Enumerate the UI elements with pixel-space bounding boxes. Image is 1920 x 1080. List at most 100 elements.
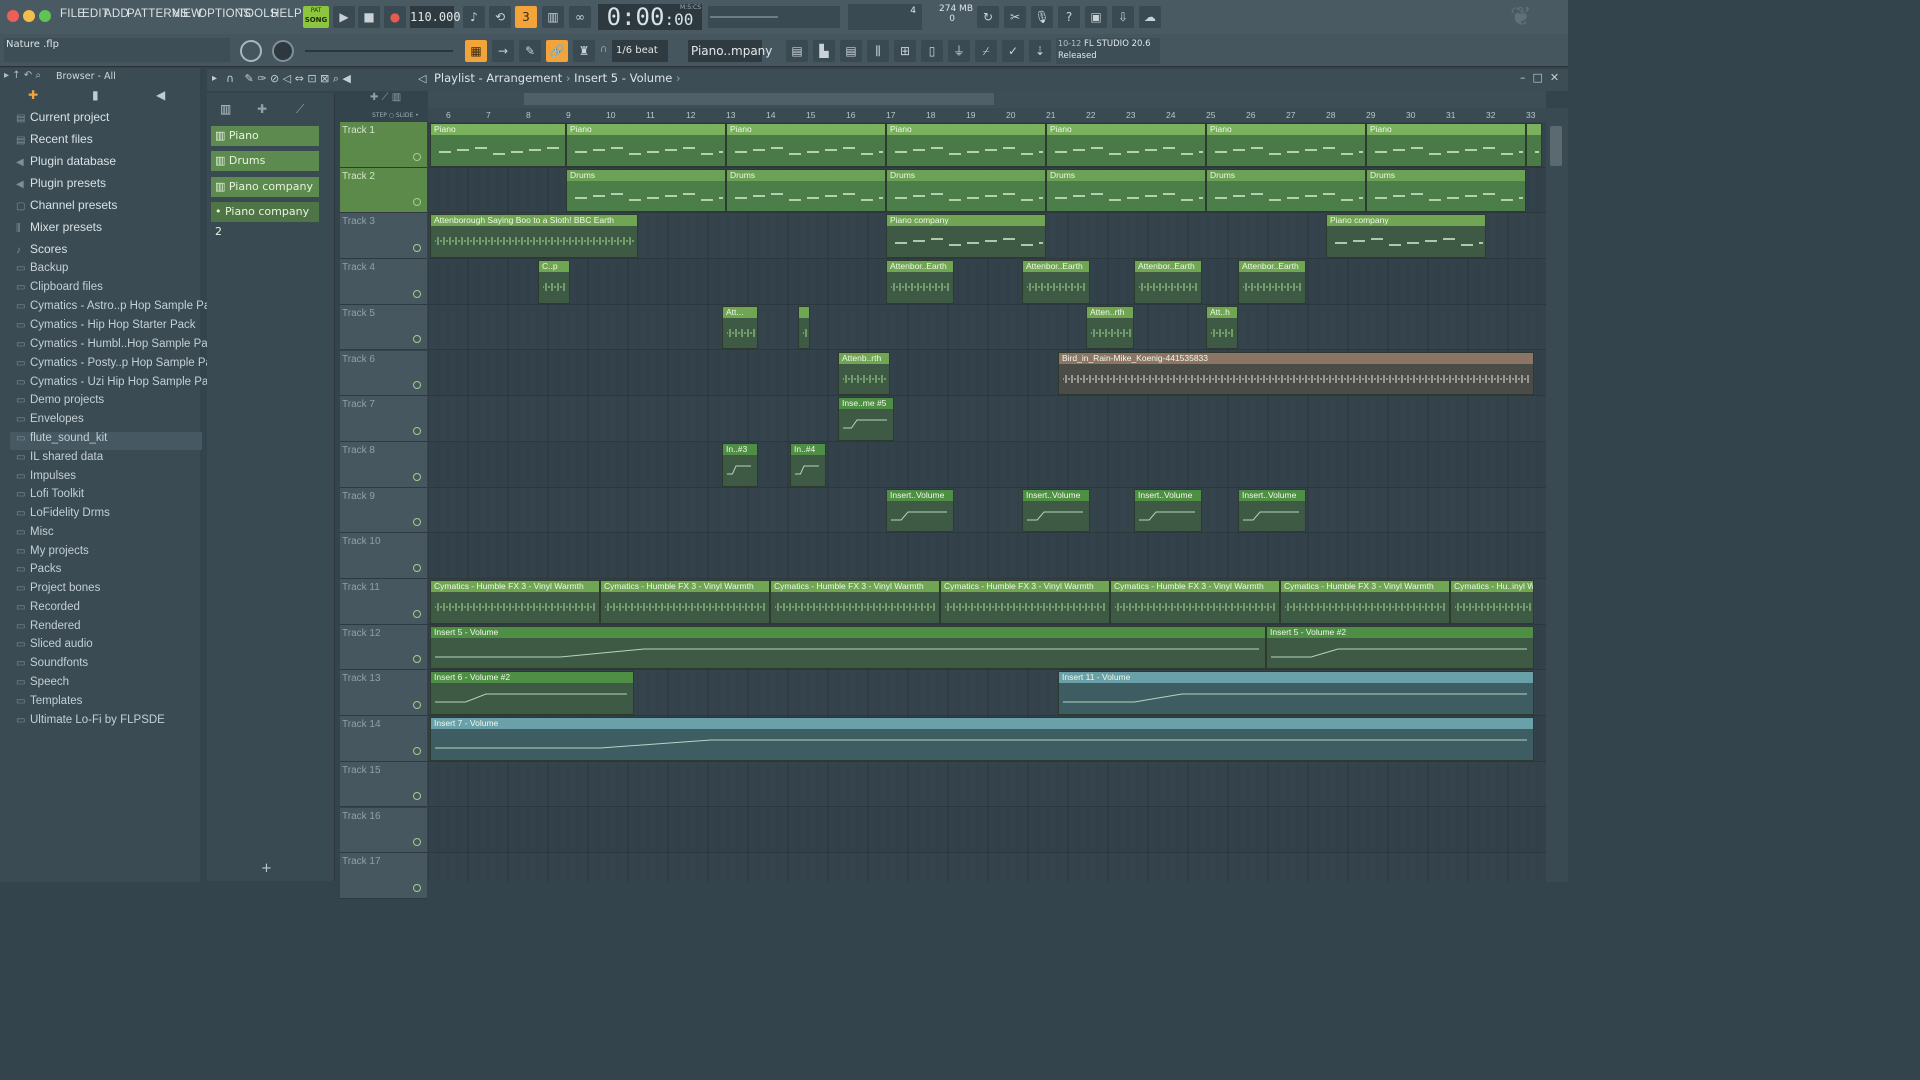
track-enable-led[interactable]: [413, 518, 421, 527]
track-enable-led[interactable]: [413, 335, 421, 344]
audio-clip[interactable]: Attenb..rth: [838, 351, 890, 396]
maximize-window-button[interactable]: [39, 10, 51, 22]
browser-item[interactable]: ▭ Clipboard files: [16, 281, 103, 299]
countdown-icon[interactable]: 3: [515, 6, 537, 28]
track-enable-led[interactable]: [413, 472, 421, 481]
chat-icon[interactable]: ☁: [1139, 6, 1161, 28]
cut-icon[interactable]: ✂: [1004, 6, 1026, 28]
automation-clip[interactable]: In..#4: [790, 442, 826, 487]
playlist-icon[interactable]: ▦: [465, 40, 487, 62]
playlist-overview[interactable]: [428, 91, 1546, 108]
browser-item[interactable]: ▭ Impulses: [16, 470, 76, 488]
export-icon[interactable]: ⇩: [1112, 6, 1134, 28]
track-header[interactable]: Track 1: [340, 122, 427, 168]
help-icon[interactable]: ?: [1058, 6, 1080, 28]
track-enable-led[interactable]: [413, 563, 421, 572]
pattern-clip[interactable]: Drums: [566, 168, 726, 213]
add-pattern-icon[interactable]: +: [261, 861, 272, 876]
audio-clip[interactable]: C..p: [538, 260, 570, 304]
news-panel[interactable]: 10-12 FL STUDIO 20.6 Released: [1056, 38, 1160, 64]
channel-rack-icon[interactable]: ▤: [840, 40, 862, 62]
browser-item[interactable]: ▭ Recorded: [16, 601, 80, 619]
track-header[interactable]: Track 15: [340, 761, 427, 808]
overview-window[interactable]: [524, 93, 994, 105]
master-slider[interactable]: [305, 50, 453, 52]
track-enable-led[interactable]: [413, 792, 421, 801]
plugin-icon[interactable]: ⊞: [894, 40, 916, 62]
tempo-display[interactable]: 110.000: [410, 6, 461, 28]
playlist-grid[interactable]: Piano Piano Piano Piano Piano Piano Piano Drums…: [428, 122, 1546, 882]
track-header[interactable]: Track 7: [340, 396, 427, 442]
browser-item[interactable]: ▭ Speech: [16, 676, 69, 694]
track-enable-led[interactable]: [413, 426, 421, 435]
snap-selector[interactable]: 1/6 beat: [612, 40, 668, 62]
play-button[interactable]: ▶: [333, 6, 355, 28]
automation-clip[interactable]: Insert 11 - Volume: [1058, 671, 1534, 716]
zoom-icons[interactable]: ✚ ⟋ ▥: [370, 92, 401, 103]
audio-clip[interactable]: Attenborough Saying Boo to a Sloth! BBC …: [430, 214, 638, 259]
playlist-menu-icon[interactable]: ▸: [212, 73, 217, 84]
save-icon[interactable]: ▣: [1085, 6, 1107, 28]
master-volume-knob[interactable]: [240, 40, 262, 62]
picker-audio-icon[interactable]: ✚: [257, 102, 267, 116]
audio-clip[interactable]: Attenbor..Earth: [1022, 260, 1090, 304]
browser-add-icon[interactable]: ✚: [28, 88, 38, 102]
pattern-clip[interactable]: Piano company: [886, 214, 1046, 259]
track-header[interactable]: Track 10: [340, 533, 427, 579]
pattern-item[interactable]: ▥ Drums: [211, 151, 319, 171]
track-enable-led[interactable]: [413, 609, 421, 618]
piano-roll-icon[interactable]: ▙: [813, 40, 835, 62]
browser-item[interactable]: ▤ Current project: [16, 110, 109, 128]
audio-clip[interactable]: Att...: [722, 305, 758, 350]
timeline-ruler[interactable]: [428, 108, 1546, 122]
browser-item[interactable]: ▭ Cymatics - Hip Hop Starter Pack: [16, 319, 196, 337]
automation-clip[interactable]: Insert 6 - Volume #2: [430, 671, 634, 716]
audio-clip[interactable]: Att..h: [1206, 305, 1238, 350]
track-enable-led[interactable]: [413, 746, 421, 755]
pattern-clip[interactable]: Drums: [1046, 168, 1206, 213]
pattern-clip[interactable]: Drums: [1366, 168, 1526, 213]
browser-item[interactable]: ▭ flute_sound_kit: [10, 432, 202, 450]
automation-clip[interactable]: Insert 5 - Volume #2: [1266, 625, 1534, 670]
pattern-clip[interactable]: [1526, 123, 1542, 167]
pattern-clip[interactable]: Piano company: [1326, 214, 1486, 259]
browser-item[interactable]: ▭ LoFidelity Drms: [16, 507, 110, 525]
browser-title[interactable]: Browser - All: [56, 71, 116, 82]
track-header[interactable]: Track 2: [340, 167, 427, 214]
browser-item[interactable]: ▭ Templates: [16, 695, 82, 713]
window-controls[interactable]: – □ ✕: [1520, 71, 1559, 84]
browser-item[interactable]: ▭ Envelopes: [16, 413, 84, 431]
browser-item[interactable]: ▭ Lofi Toolkit: [16, 488, 84, 506]
track-enable-led[interactable]: [413, 838, 421, 847]
track-enable-led[interactable]: [413, 381, 421, 390]
menu-help[interactable]: HELP: [271, 8, 302, 20]
breadcrumb-insert[interactable]: Insert 5 - Volume: [574, 71, 672, 85]
picker-pattern-icon[interactable]: ▥: [220, 102, 231, 116]
track-header[interactable]: Track 13: [340, 670, 427, 717]
automation-clip[interactable]: Insert..Volume: [1022, 488, 1090, 533]
pattern-item[interactable]: • Piano company 2: [211, 202, 319, 238]
track-enable-led[interactable]: [413, 655, 421, 664]
browser-nav-icons[interactable]: ▸ ↑ ↶ ⌕: [4, 70, 41, 81]
track-header[interactable]: Track 17: [340, 853, 427, 899]
audio-clip[interactable]: [798, 305, 810, 350]
pattern-clip[interactable]: Piano: [430, 123, 566, 167]
mixer-icon[interactable]: ⫼: [867, 40, 889, 62]
breadcrumb-playlist[interactable]: Playlist - Arrangement: [434, 71, 562, 85]
minimize-window-button[interactable]: [23, 10, 35, 22]
track-header[interactable]: Track 5: [340, 304, 427, 351]
pattern-clip[interactable]: Drums: [886, 168, 1046, 213]
scroll-thumb[interactable]: [1550, 126, 1562, 166]
browser-item[interactable]: ▭ Packs: [16, 563, 61, 581]
pattern-item[interactable]: ▥ Piano company: [211, 177, 319, 197]
stop-button[interactable]: ■: [358, 6, 380, 28]
pattern-clip[interactable]: Piano: [886, 123, 1046, 167]
speaker-icon[interactable]: ◁: [418, 72, 426, 85]
browser-item[interactable]: ▢ Channel presets: [16, 198, 117, 216]
track-enable-led[interactable]: [413, 701, 421, 710]
master-pitch-knob[interactable]: [272, 40, 294, 62]
audio-clip[interactable]: Attenbor..Earth: [886, 260, 954, 304]
browser-item[interactable]: ▭ Cymatics - Astro..p Hop Sample Pack: [16, 300, 222, 318]
track-enable-led[interactable]: [413, 883, 421, 892]
audio-clip[interactable]: Atten..rth: [1086, 305, 1134, 350]
